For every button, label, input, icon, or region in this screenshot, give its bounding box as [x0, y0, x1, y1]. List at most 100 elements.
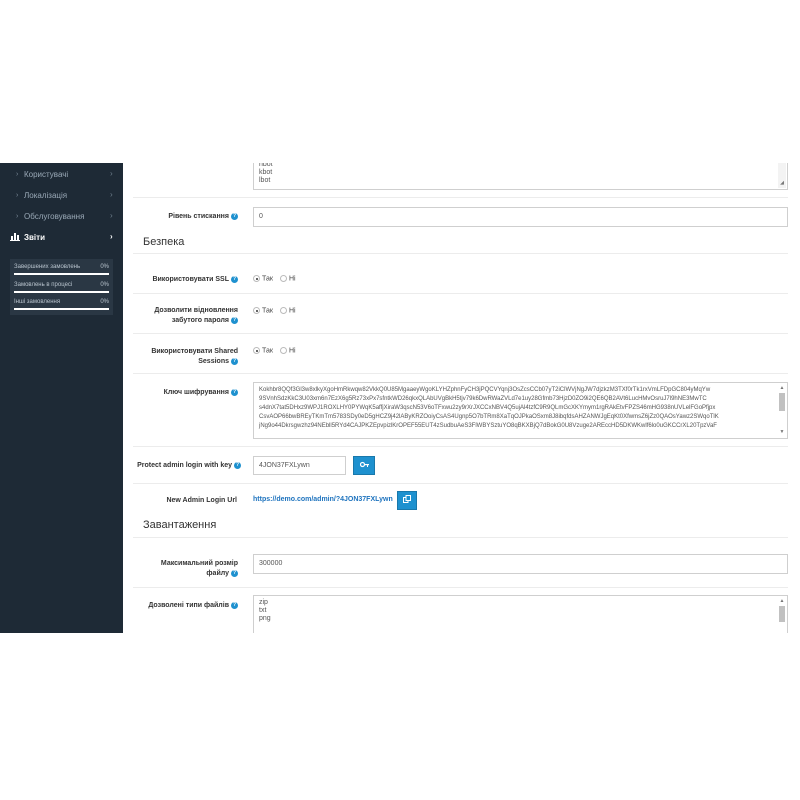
row-divider: [133, 587, 788, 588]
radio-label: Так: [262, 275, 273, 283]
stat-value: 0%: [100, 264, 109, 270]
label-text: Protect admin login with key: [137, 462, 232, 469]
uploads-section-title: Завантаження: [143, 519, 217, 531]
label-text: Використовувати SSL: [152, 276, 229, 283]
stat-value: 0%: [100, 299, 109, 305]
radio-label: Ні: [289, 275, 296, 283]
sidebar-item-maintenance[interactable]: › Обслуговування ›: [0, 207, 123, 227]
compression-label: Рівень стискання?: [133, 212, 238, 222]
stat-progress-bar: [14, 291, 109, 293]
scroll-down-icon[interactable]: ◢: [778, 179, 786, 187]
sidebar-item-label: Локалізація: [24, 191, 68, 200]
copy-icon: [403, 495, 411, 505]
label-text: забутого пароля: [171, 317, 229, 324]
bullet-icon: ›: [16, 171, 19, 178]
settings-form: hbot kbot lbot ◢ Рівень стискання? 0 Без…: [133, 163, 800, 633]
stat-label: Замовлень в процесі: [14, 282, 73, 288]
input-value: 300000: [259, 560, 283, 567]
sidebar-item-label: Користувачі: [24, 170, 69, 179]
new-admin-url-label: New Admin Login Url: [166, 497, 237, 504]
admin-settings-screen: › Користувачі › › Локалізація › › Обслуг…: [0, 163, 800, 633]
help-icon: ?: [234, 461, 241, 469]
bullet-icon: ›: [16, 213, 19, 220]
sidebar: › Користувачі › › Локалізація › › Обслуг…: [0, 163, 123, 633]
chevron-right-icon: ›: [110, 190, 113, 199]
key-line: 9SVnhSdzKkC3U03xm6n7EzX6g5Rz73xPx7sfntkW…: [259, 396, 707, 402]
file-type-line: txt: [259, 607, 267, 614]
key-line: s4dnX7tat5DHxz9WPJ1ROXLHY0PYWqK5affjXira…: [259, 405, 716, 411]
label-text: файлу: [206, 570, 229, 577]
label-text: Використовувати Shared: [151, 348, 238, 355]
compression-input[interactable]: 0: [253, 207, 788, 227]
label-text: Ключ шифрування: [163, 389, 229, 396]
key-line: jNg9o44Dkrsgwzhz94NEbll5RYd4CAJPKZEpvpiz…: [259, 423, 717, 429]
admin-key-input[interactable]: 4JON37FXLywn: [253, 456, 346, 475]
robots-line: lbot: [259, 177, 271, 184]
file-type-line: png: [259, 615, 271, 622]
stat-completed-orders: Завершених замовлень 0%: [14, 261, 109, 277]
sidebar-item-label: Обслуговування: [24, 212, 85, 221]
order-stats-panel: Завершених замовлень 0% Замовлень в проц…: [10, 259, 113, 315]
scrollbar[interactable]: ▲: [778, 597, 786, 633]
bullet-icon: ›: [16, 192, 19, 199]
scrollbar[interactable]: ◢: [778, 163, 786, 188]
scroll-up-icon[interactable]: ▲: [778, 384, 786, 393]
scroll-up-icon[interactable]: ▲: [778, 597, 786, 605]
password-reset-no-radio[interactable]: Ні: [280, 307, 296, 314]
protect-admin-label: Protect admin login with key?: [133, 461, 241, 471]
security-section-title: Безпека: [143, 236, 185, 248]
shared-sessions-no-radio[interactable]: Ні: [280, 347, 296, 354]
scroll-down-icon[interactable]: ▼: [778, 428, 786, 437]
row-divider: [133, 446, 788, 447]
chevron-right-icon: ›: [110, 169, 113, 178]
copy-url-button[interactable]: [397, 491, 417, 510]
password-reset-yes-radio[interactable]: Так: [253, 307, 273, 314]
help-icon: ?: [231, 212, 238, 220]
radio-unchecked-icon: [280, 347, 287, 354]
stat-label: Завершених замовлень: [14, 264, 81, 270]
sidebar-item-localisation[interactable]: › Локалізація ›: [0, 186, 123, 206]
label-text: Максимальний розмір: [160, 560, 238, 567]
radio-checked-icon: [253, 347, 260, 354]
allowed-file-types-label: Дозволені типи файлів?: [133, 601, 238, 611]
sidebar-item-reports[interactable]: Звіти ›: [0, 228, 123, 248]
radio-checked-icon: [253, 307, 260, 314]
row-divider: [133, 197, 788, 198]
use-ssl-no-radio[interactable]: Ні: [280, 275, 296, 282]
scroll-thumb[interactable]: [779, 606, 785, 622]
help-icon: ?: [231, 357, 238, 365]
help-icon: ?: [231, 569, 238, 577]
scroll-thumb[interactable]: [779, 393, 785, 411]
row-divider: [133, 333, 788, 334]
radio-label: Так: [262, 307, 273, 315]
help-icon: ?: [231, 388, 238, 396]
file-type-line: zip: [259, 599, 268, 606]
encryption-key-textarea[interactable]: Kokhbr8QQf3Gl3w8xlkyXgoHmRkwqw82VkkQ0U85…: [253, 382, 788, 439]
label-text: Sessions: [198, 358, 229, 365]
stat-progress-bar: [14, 308, 109, 310]
generate-key-button[interactable]: [353, 456, 375, 475]
stat-processing-orders: Замовлень в процесі 0%: [14, 279, 109, 295]
bar-chart-icon: [10, 232, 20, 243]
encryption-key-label: Ключ шифрування?: [133, 388, 238, 398]
use-ssl-label: Використовувати SSL?: [133, 275, 238, 285]
radio-checked-icon: [253, 275, 260, 282]
label-text: Дозволити відновлення: [154, 307, 238, 314]
help-icon: ?: [231, 601, 238, 609]
scrollbar[interactable]: ▲ ▼: [778, 384, 786, 437]
robots-textarea[interactable]: hbot kbot lbot ◢: [253, 163, 788, 190]
shared-sessions-yes-radio[interactable]: Так: [253, 347, 273, 354]
sidebar-item-users[interactable]: › Користувачі ›: [0, 165, 123, 185]
allowed-file-types-textarea[interactable]: zip txt png ▲: [253, 595, 788, 633]
chevron-right-icon: ›: [110, 211, 113, 220]
row-divider: [133, 293, 788, 294]
input-value: 4JON37FXLywn: [259, 462, 310, 469]
use-ssl-yes-radio[interactable]: Так: [253, 275, 273, 282]
radio-label: Так: [262, 347, 273, 355]
stat-progress-bar: [14, 273, 109, 275]
input-value: 0: [259, 213, 263, 220]
max-file-size-input[interactable]: 300000: [253, 554, 788, 574]
radio-label: Ні: [289, 307, 296, 315]
radio-label: Ні: [289, 347, 296, 355]
new-admin-url-link[interactable]: https://demo.com/admin/?4JON37FXLywn: [253, 496, 393, 503]
